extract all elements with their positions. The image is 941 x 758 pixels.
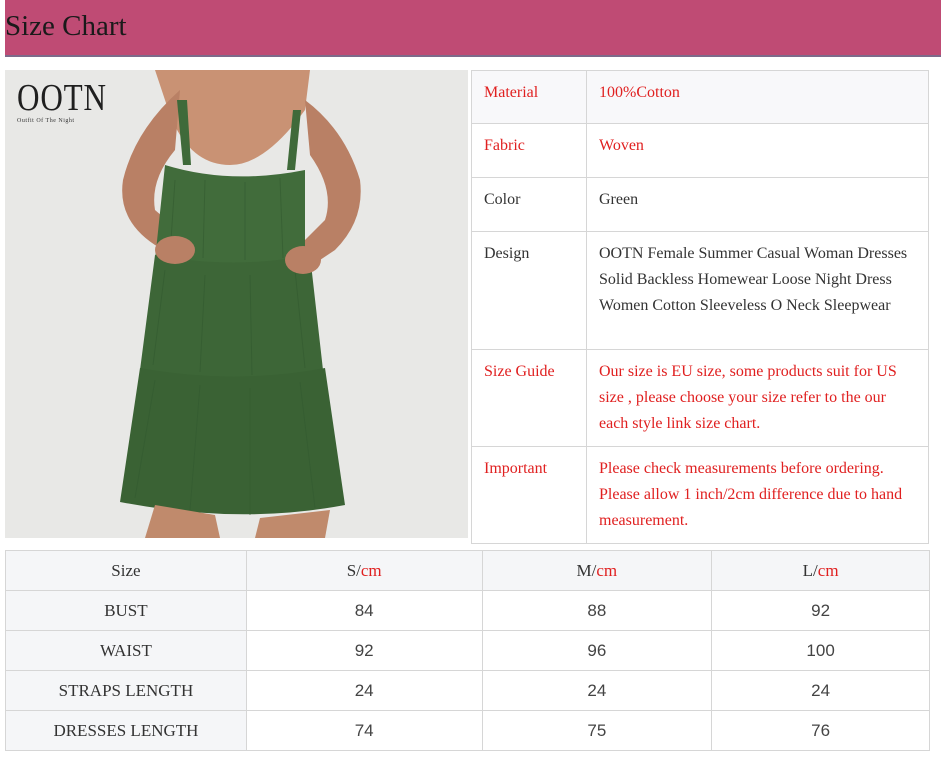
detail-value: OOTN Female Summer Casual Woman Dresses …	[586, 231, 929, 350]
measurement-label: DRESSES LENGTH	[5, 710, 247, 751]
measurement-value: 76	[711, 710, 930, 751]
table-row: WAIST 92 96 100	[5, 630, 930, 671]
measurement-value: 100	[711, 630, 930, 671]
detail-value: Please check measurements before orderin…	[586, 446, 929, 544]
size-header-cell: Size	[5, 550, 247, 591]
measurement-value: 24	[711, 670, 930, 711]
size-label: L	[802, 560, 814, 580]
page-header: Size Chart	[5, 0, 941, 57]
measurement-value: 92	[711, 590, 930, 631]
detail-key: Design	[471, 231, 587, 350]
detail-key: Material	[471, 70, 587, 124]
size-label: S	[346, 560, 357, 580]
detail-key: Important	[471, 446, 587, 544]
measurement-value: 74	[245, 710, 483, 751]
page-title: Size Chart	[5, 10, 127, 42]
measurement-value: 88	[481, 590, 713, 631]
measurement-value: 24	[481, 670, 713, 711]
detail-row: Fabric Woven	[471, 123, 929, 178]
detail-value: 100%Cotton	[586, 70, 929, 124]
size-unit: cm	[360, 560, 382, 580]
size-label: M	[576, 560, 592, 580]
size-column-header: L/cm	[711, 550, 930, 591]
size-chart-table: Size S/cm M/cm L/cm BUST 84 88 92 WAIST 92 96 100…	[5, 550, 930, 751]
brand-logo: OOTN Outfit Of The Night	[17, 76, 127, 124]
detail-value: Woven	[586, 123, 929, 178]
size-unit: cm	[817, 560, 839, 580]
detail-value: Green	[586, 177, 929, 232]
detail-row: Material 100%Cotton	[471, 70, 929, 124]
detail-row: Color Green	[471, 177, 929, 232]
table-row: BUST 84 88 92	[5, 590, 930, 631]
table-row: STRAPS LENGTH 24 24 24	[5, 670, 930, 711]
product-photo: OOTN Outfit Of The Night	[5, 70, 468, 538]
measurement-label: STRAPS LENGTH	[5, 670, 247, 711]
measurement-value: 75	[481, 710, 713, 751]
measurement-value: 84	[245, 590, 483, 631]
size-unit: cm	[596, 560, 618, 580]
dress-model-illustration	[5, 70, 468, 538]
detail-row: Important Please check measurements befor…	[471, 446, 929, 544]
detail-value: Our size is EU size, some products suit …	[586, 349, 929, 447]
measurement-value: 92	[245, 630, 483, 671]
measurement-value: 24	[245, 670, 483, 711]
measurement-label: WAIST	[5, 630, 247, 671]
product-details-table: Material 100%Cotton Fabric Woven Color Green D…	[471, 70, 929, 544]
size-column-header: M/cm	[481, 550, 713, 591]
measurement-value: 96	[481, 630, 713, 671]
size-header-row: Size S/cm M/cm L/cm	[5, 550, 930, 591]
measurement-label: BUST	[5, 590, 247, 631]
table-row: DRESSES LENGTH 74 75 76	[5, 710, 930, 751]
detail-key: Fabric	[471, 123, 587, 178]
detail-row: Design OOTN Female Summer Casual Woman Dr…	[471, 231, 929, 350]
detail-row: Size Guide Our size is EU size, some prod…	[471, 349, 929, 447]
brand-logo-text: OOTN	[17, 77, 107, 119]
detail-key: Color	[471, 177, 587, 232]
size-column-header: S/cm	[245, 550, 483, 591]
detail-key: Size Guide	[471, 349, 587, 447]
